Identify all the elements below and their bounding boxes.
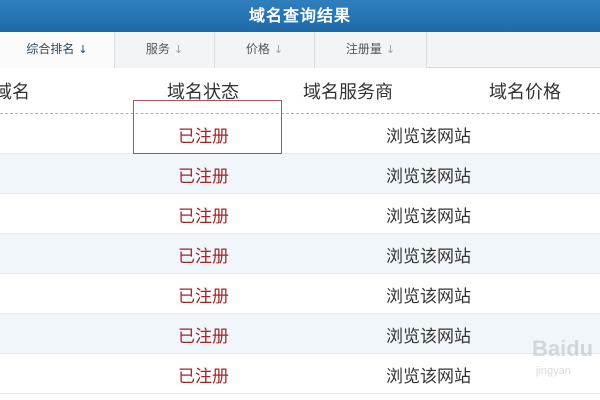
- sort-tab-label: 价格: [245, 42, 270, 56]
- column-header-price: 域名价格: [489, 82, 561, 103]
- sort-arrow-icon: ↓: [173, 43, 184, 56]
- table-row: 已注册 浏览该网站: [0, 114, 600, 154]
- browse-site-link[interactable]: 浏览该网站: [386, 242, 471, 267]
- sort-tab-bar: 综合排名 ↓ 服务 ↓ 价格 ↓ 注册量 ↓: [0, 32, 600, 68]
- sort-arrow-icon: ↓: [385, 43, 396, 56]
- browse-site-link[interactable]: 浏览该网站: [386, 202, 471, 227]
- sort-arrow-icon: ↓: [78, 43, 88, 56]
- sort-tab-label: 综合排名: [26, 42, 75, 56]
- table-row: 已注册 浏览该网站: [0, 354, 600, 394]
- column-header-vendor: 域名服务商: [303, 82, 393, 103]
- domain-status: 已注册: [178, 167, 229, 187]
- page-title: 域名查询结果: [0, 0, 600, 32]
- sort-tab-service[interactable]: 服务 ↓: [115, 32, 215, 68]
- column-header-domain: 域名: [0, 82, 30, 103]
- table-row: 已注册 浏览该网站: [0, 314, 600, 354]
- baidu-jingyan-watermark-logo: Baidu jingyan: [532, 336, 593, 377]
- browse-site-link[interactable]: 浏览该网站: [386, 322, 471, 347]
- domain-status: 已注册: [178, 327, 229, 347]
- browse-site-link[interactable]: 浏览该网站: [386, 362, 471, 387]
- sort-tab-label: 注册量: [345, 42, 382, 56]
- browse-site-link[interactable]: 浏览该网站: [386, 282, 471, 307]
- sort-tab-registrations[interactable]: 注册量 ↓: [315, 32, 427, 68]
- sort-tab-overall-rank[interactable]: 综合排名 ↓: [0, 32, 115, 68]
- watermark-sub: jingyan: [535, 365, 571, 377]
- table-row: 已注册 浏览该网站: [0, 274, 600, 314]
- browse-site-link[interactable]: 浏览该网站: [386, 162, 471, 187]
- sort-tab-label: 服务: [145, 42, 170, 56]
- browse-site-link[interactable]: 浏览该网站: [386, 122, 471, 147]
- results-table-body: 已注册 浏览该网站 已注册 浏览该网站 已注册 浏览该网站 已注册 浏览该网站 …: [0, 114, 600, 400]
- watermark-brand: Baidu: [532, 336, 593, 361]
- domain-status: 已注册: [178, 367, 229, 387]
- table-header: 域名 域名状态 域名服务商 域名价格: [0, 68, 600, 114]
- table-row: 已注册 浏览该网站: [0, 194, 600, 234]
- highlight-box: [133, 100, 282, 154]
- table-row: 已注册 浏览该网站: [0, 234, 600, 274]
- domain-status: 已注册: [178, 287, 229, 307]
- sort-tab-price[interactable]: 价格 ↓: [215, 32, 315, 68]
- domain-query-results-window: 域名查询结果 综合排名 ↓ 服务 ↓ 价格 ↓ 注册量 ↓ 域名 域名状态 域名服务商 …: [0, 0, 600, 400]
- sort-arrow-icon: ↓: [273, 43, 284, 56]
- domain-status: 已注册: [178, 207, 229, 227]
- domain-status: 已注册: [178, 247, 229, 267]
- table-row: 已注册 浏览该网站: [0, 154, 600, 194]
